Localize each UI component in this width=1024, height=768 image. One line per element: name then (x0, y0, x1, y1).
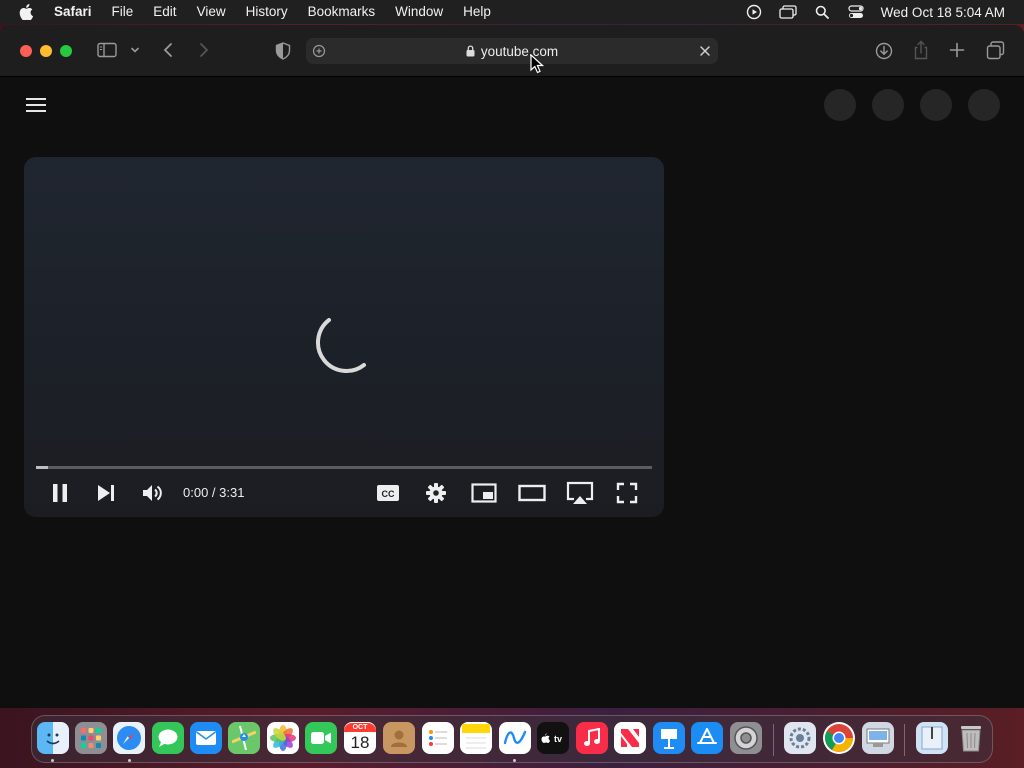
spotlight-search-icon[interactable] (805, 5, 839, 19)
maps-icon[interactable] (228, 722, 260, 754)
miniplayer-button[interactable] (471, 481, 497, 505)
menu-bar: Safari File Edit View History Bookmarks … (0, 0, 1024, 24)
calendar-day: 18 (350, 733, 370, 752)
svg-text:CC: CC (382, 489, 395, 499)
running-indicator (128, 759, 131, 762)
privacy-shield-icon[interactable] (275, 42, 291, 60)
menu-file[interactable]: File (102, 0, 144, 24)
now-playing-icon[interactable] (737, 4, 771, 20)
new-tab-icon[interactable] (949, 42, 965, 58)
window-zoom-button[interactable] (60, 45, 72, 57)
address-bar[interactable]: youtube.com (306, 38, 718, 64)
dock-separator (773, 724, 774, 756)
running-indicator (51, 759, 54, 762)
news-icon[interactable] (614, 722, 646, 754)
menu-edit[interactable]: Edit (143, 0, 186, 24)
clear-url-icon[interactable] (698, 44, 712, 58)
pause-button[interactable] (48, 481, 72, 505)
reminders-icon[interactable] (422, 722, 454, 754)
time-display: 0:00 / 3:31 (183, 485, 245, 500)
running-indicator (513, 759, 516, 762)
theater-mode-button[interactable] (518, 481, 546, 505)
menu-window[interactable]: Window (385, 0, 453, 24)
mouse-cursor-icon (530, 54, 544, 74)
browser-toolbar: youtube.com (0, 25, 1024, 77)
share-icon[interactable] (913, 40, 929, 60)
window-minimize-button[interactable] (40, 45, 52, 57)
photos-icon[interactable] (267, 722, 299, 754)
menu-view[interactable]: View (187, 0, 236, 24)
progress-buffered (36, 466, 48, 469)
downloads-icon[interactable] (875, 42, 893, 60)
settings-gear-icon[interactable] (424, 481, 448, 505)
back-button[interactable] (162, 42, 174, 58)
music-icon[interactable] (576, 722, 608, 754)
facetime-icon[interactable] (305, 722, 337, 754)
video-player[interactable]: 0:00 / 3:31 CC (24, 157, 664, 517)
control-center-icon[interactable] (839, 5, 873, 19)
utility-icon[interactable] (784, 722, 816, 754)
header-placeholder-icon (968, 89, 1000, 121)
menu-help[interactable]: Help (453, 0, 501, 24)
calendar-month: OCT (344, 723, 376, 732)
loading-spinner-icon (316, 318, 366, 373)
menu-app-name[interactable]: Safari (52, 0, 102, 24)
subtitles-button[interactable]: CC (376, 481, 400, 505)
mute-button[interactable] (141, 481, 165, 505)
menu-history[interactable]: History (236, 0, 298, 24)
apple-menu-icon[interactable] (0, 4, 52, 20)
header-placeholder-icon (920, 89, 952, 121)
launchpad-icon[interactable] (75, 722, 107, 754)
svg-text:tv: tv (554, 734, 562, 744)
forward-button[interactable] (198, 42, 210, 58)
dock-separator (904, 724, 905, 756)
safari-window: youtube.com 0:00 / 3:31 CC (0, 25, 1024, 708)
freeform-icon[interactable] (499, 722, 531, 754)
fullscreen-button[interactable] (615, 481, 639, 505)
airplay-button[interactable] (566, 481, 594, 505)
tab-overview-icon[interactable] (986, 41, 1005, 60)
contacts-icon[interactable] (383, 722, 415, 754)
sidebar-toggle-icon[interactable] (97, 42, 117, 58)
apple-tv-icon[interactable]: tv (537, 722, 569, 754)
finder-icon[interactable] (37, 722, 69, 754)
menu-bookmarks[interactable]: Bookmarks (298, 0, 386, 24)
app-store-icon[interactable] (691, 722, 723, 754)
chrome-icon[interactable] (823, 722, 855, 754)
url-text: youtube.com (480, 43, 559, 59)
mail-icon[interactable] (190, 722, 222, 754)
system-settings-icon[interactable] (730, 722, 762, 754)
dock: OCT 18 tv (31, 715, 993, 763)
trash-icon[interactable] (955, 722, 987, 754)
keynote-icon[interactable] (653, 722, 685, 754)
page-menu-icon[interactable] (312, 44, 326, 58)
notes-icon[interactable] (460, 722, 492, 754)
progress-bar[interactable] (36, 466, 652, 469)
preview-icon[interactable] (862, 722, 894, 754)
menu-clock[interactable]: Wed Oct 18 5:04 AM (873, 5, 1024, 20)
window-close-button[interactable] (20, 45, 32, 57)
calendar-icon[interactable]: OCT 18 (344, 722, 376, 754)
screen-mirroring-icon[interactable] (771, 5, 805, 19)
header-placeholder-icon (872, 89, 904, 121)
messages-icon[interactable] (152, 722, 184, 754)
safari-icon[interactable] (113, 722, 145, 754)
downloads-folder-icon[interactable] (916, 722, 948, 754)
header-placeholder-icon (824, 89, 856, 121)
lock-icon (466, 45, 475, 57)
chevron-down-icon[interactable] (130, 45, 140, 55)
guide-menu-icon[interactable] (26, 98, 46, 114)
web-page: 0:00 / 3:31 CC (0, 78, 1024, 708)
next-button[interactable] (94, 481, 118, 505)
